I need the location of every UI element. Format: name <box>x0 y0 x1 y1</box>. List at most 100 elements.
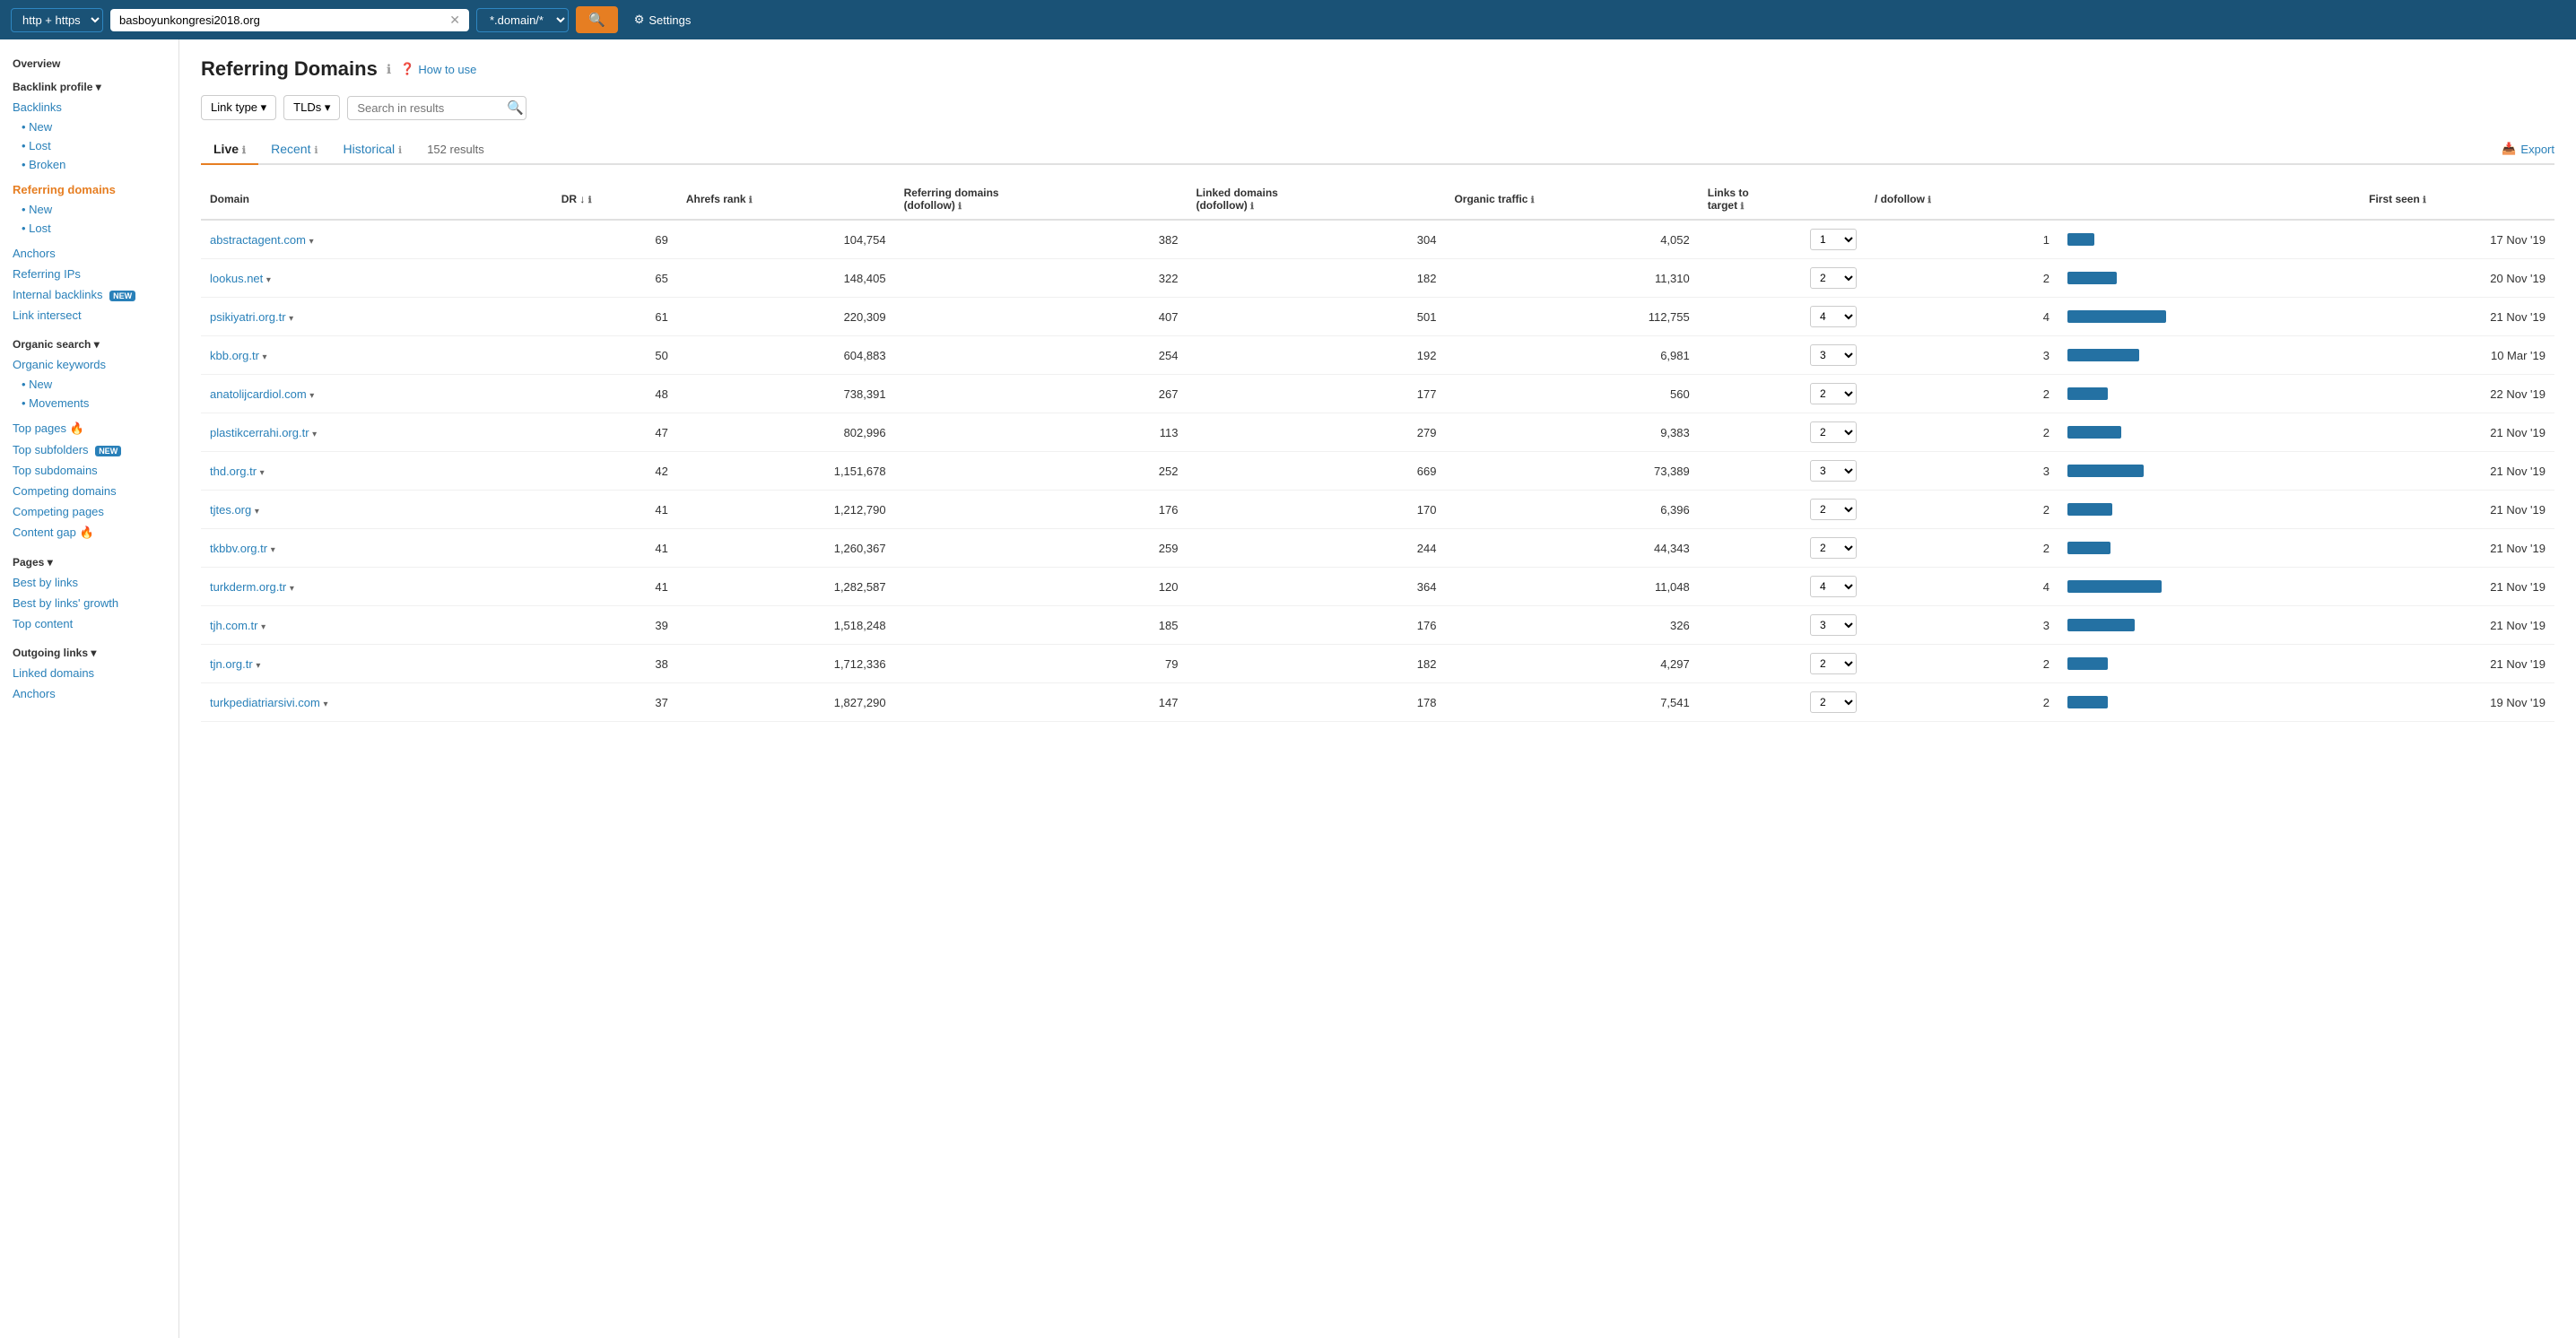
protocol-select[interactable]: http + https http https <box>11 8 103 32</box>
domain-dropdown-arrow[interactable]: ▾ <box>323 699 327 709</box>
sidebar-item-backlinks-lost[interactable]: Lost <box>0 136 178 155</box>
th-domain[interactable]: Domain <box>201 179 553 220</box>
sidebar-item-link-intersect[interactable]: Link intersect <box>0 305 178 326</box>
sidebar-item-backlinks[interactable]: Backlinks <box>0 97 178 117</box>
backlink-profile-section[interactable]: Backlink profile ▾ <box>0 74 178 97</box>
sidebar-item-competing-pages[interactable]: Competing pages <box>0 501 178 522</box>
domain-link[interactable]: tjh.com.tr <box>210 619 257 632</box>
domain-dropdown-arrow[interactable]: ▾ <box>271 545 275 555</box>
cell-bar <box>2058 375 2360 413</box>
th-dr[interactable]: DR ↓ ℹ <box>553 179 677 220</box>
links-to-target-dropdown[interactable]: 4 <box>1810 306 1857 327</box>
cell-dofollow: 3 <box>1866 452 2058 491</box>
sidebar-item-backlinks-new[interactable]: New <box>0 117 178 136</box>
domain-link[interactable]: tkbbv.org.tr <box>210 542 267 555</box>
sidebar-item-anchors[interactable]: Anchors <box>0 243 178 264</box>
clear-icon[interactable]: ✕ <box>449 13 460 28</box>
th-organic-traffic[interactable]: Organic traffic ℹ <box>1445 179 1698 220</box>
cell-bar <box>2058 568 2360 606</box>
domain-dropdown-arrow[interactable]: ▾ <box>290 584 294 594</box>
domain-dropdown-arrow[interactable]: ▾ <box>256 661 260 671</box>
sidebar-item-referring-new[interactable]: New <box>0 200 178 219</box>
tab-historical[interactable]: Historical ℹ <box>331 135 415 165</box>
domain-link[interactable]: tjn.org.tr <box>210 657 253 671</box>
links-to-target-dropdown[interactable]: 4 <box>1810 576 1857 597</box>
domain-link[interactable]: tjtes.org <box>210 503 251 517</box>
th-first-seen[interactable]: First seen ℹ <box>2360 179 2554 220</box>
domain-dropdown-arrow[interactable]: ▾ <box>312 430 317 439</box>
overview-link[interactable]: Overview <box>0 50 178 74</box>
domain-link[interactable]: thd.org.tr <box>210 465 257 478</box>
sidebar-item-organic-new[interactable]: New <box>0 375 178 394</box>
sidebar-item-content-gap[interactable]: Content gap 🔥 <box>0 522 178 543</box>
th-ref-domains[interactable]: Referring domains(dofollow) ℹ <box>895 179 1188 220</box>
cell-linked-domains: 182 <box>1187 645 1445 683</box>
export-button[interactable]: 📥 Export <box>2502 142 2554 156</box>
sidebar-item-referring-domains[interactable]: Referring domains <box>0 179 178 200</box>
tlds-button[interactable]: TLDs ▾ <box>283 95 340 120</box>
sidebar-item-top-pages[interactable]: Top pages 🔥 <box>0 418 178 439</box>
tab-recent[interactable]: Recent ℹ <box>258 135 330 165</box>
th-ahrefs-rank[interactable]: Ahrefs rank ℹ <box>677 179 895 220</box>
sidebar-item-referring-lost[interactable]: Lost <box>0 219 178 238</box>
domain-dropdown-arrow[interactable]: ▾ <box>255 507 259 517</box>
domain-dropdown-arrow[interactable]: ▾ <box>261 622 265 632</box>
link-type-button[interactable]: Link type ▾ <box>201 95 276 120</box>
organic-search-section[interactable]: Organic search ▾ <box>0 331 178 354</box>
links-to-target-dropdown[interactable]: 3 <box>1810 344 1857 366</box>
domain-dropdown-arrow[interactable]: ▾ <box>263 352 267 362</box>
th-dofollow[interactable]: / dofollow ℹ <box>1866 179 2058 220</box>
domain-filter-select[interactable]: *.domain/* domain/* exact URL <box>476 8 569 32</box>
domain-link[interactable]: lookus.net <box>210 272 263 285</box>
domain-link[interactable]: psikiyatri.org.tr <box>210 310 286 324</box>
search-button[interactable]: 🔍 <box>576 6 618 33</box>
links-to-target-dropdown[interactable]: 3 <box>1810 614 1857 636</box>
sidebar-item-anchors2[interactable]: Anchors <box>0 683 178 704</box>
links-to-target-dropdown[interactable]: 2 <box>1810 499 1857 520</box>
search-results-input[interactable] <box>347 96 527 120</box>
links-to-target-dropdown[interactable]: 1 <box>1810 229 1857 250</box>
links-to-target-dropdown[interactable]: 2 <box>1810 691 1857 713</box>
sidebar-item-referring-ips[interactable]: Referring IPs <box>0 264 178 284</box>
sidebar-item-competing-domains[interactable]: Competing domains <box>0 481 178 501</box>
domain-link[interactable]: anatolijcardiol.com <box>210 387 307 401</box>
sidebar-item-best-by-links[interactable]: Best by links <box>0 572 178 593</box>
domain-dropdown-arrow[interactable]: ▾ <box>289 314 293 324</box>
domain-link[interactable]: kbb.org.tr <box>210 349 259 362</box>
th-links-to-target[interactable]: Links totarget ℹ <box>1699 179 1866 220</box>
domain-dropdown-arrow[interactable]: ▾ <box>309 237 314 247</box>
domain-link[interactable]: abstractagent.com <box>210 233 306 247</box>
domain-dropdown-arrow[interactable]: ▾ <box>260 468 265 478</box>
sidebar-item-linked-domains[interactable]: Linked domains <box>0 663 178 683</box>
domain-link[interactable]: plastikcerrahi.org.tr <box>210 426 309 439</box>
links-to-target-dropdown[interactable]: 2 <box>1810 421 1857 443</box>
pages-section[interactable]: Pages ▾ <box>0 549 178 572</box>
links-to-target-dropdown[interactable]: 2 <box>1810 537 1857 559</box>
links-to-target-dropdown[interactable]: 2 <box>1810 267 1857 289</box>
settings-button[interactable]: ⚙ Settings <box>634 13 692 27</box>
sidebar-item-top-subdomains[interactable]: Top subdomains <box>0 460 178 481</box>
sidebar-item-top-subfolders[interactable]: Top subfolders NEW <box>0 439 178 460</box>
links-to-target-dropdown[interactable]: 3 <box>1810 460 1857 482</box>
cell-ref-domains: 382 <box>895 220 1188 259</box>
search-results-button[interactable]: 🔍 <box>507 100 524 116</box>
url-input[interactable] <box>119 13 444 27</box>
how-to-use-link[interactable]: ❓ How to use <box>400 62 476 76</box>
domain-link[interactable]: turkderm.org.tr <box>210 580 286 594</box>
tab-live[interactable]: Live ℹ <box>201 135 258 165</box>
sidebar-item-backlinks-broken[interactable]: Broken <box>0 155 178 174</box>
th-linked-domains[interactable]: Linked domains(dofollow) ℹ <box>1187 179 1445 220</box>
outgoing-links-section[interactable]: Outgoing links ▾ <box>0 639 178 663</box>
sidebar-item-top-content[interactable]: Top content <box>0 613 178 634</box>
sidebar-item-organic-movements[interactable]: Movements <box>0 394 178 413</box>
domain-link[interactable]: turkpediatriarsivi.com <box>210 696 320 709</box>
info-icon[interactable]: ℹ <box>387 62 391 77</box>
sidebar-item-best-by-links-growth[interactable]: Best by links' growth <box>0 593 178 613</box>
links-to-target-dropdown[interactable]: 2 <box>1810 653 1857 674</box>
sidebar-item-organic-keywords[interactable]: Organic keywords <box>0 354 178 375</box>
domain-dropdown-arrow[interactable]: ▾ <box>309 391 314 401</box>
links-to-target-dropdown[interactable]: 2 <box>1810 383 1857 404</box>
cell-first-seen: 21 Nov '19 <box>2360 298 2554 336</box>
domain-dropdown-arrow[interactable]: ▾ <box>266 275 271 285</box>
sidebar-item-internal-backlinks[interactable]: Internal backlinks NEW <box>0 284 178 305</box>
